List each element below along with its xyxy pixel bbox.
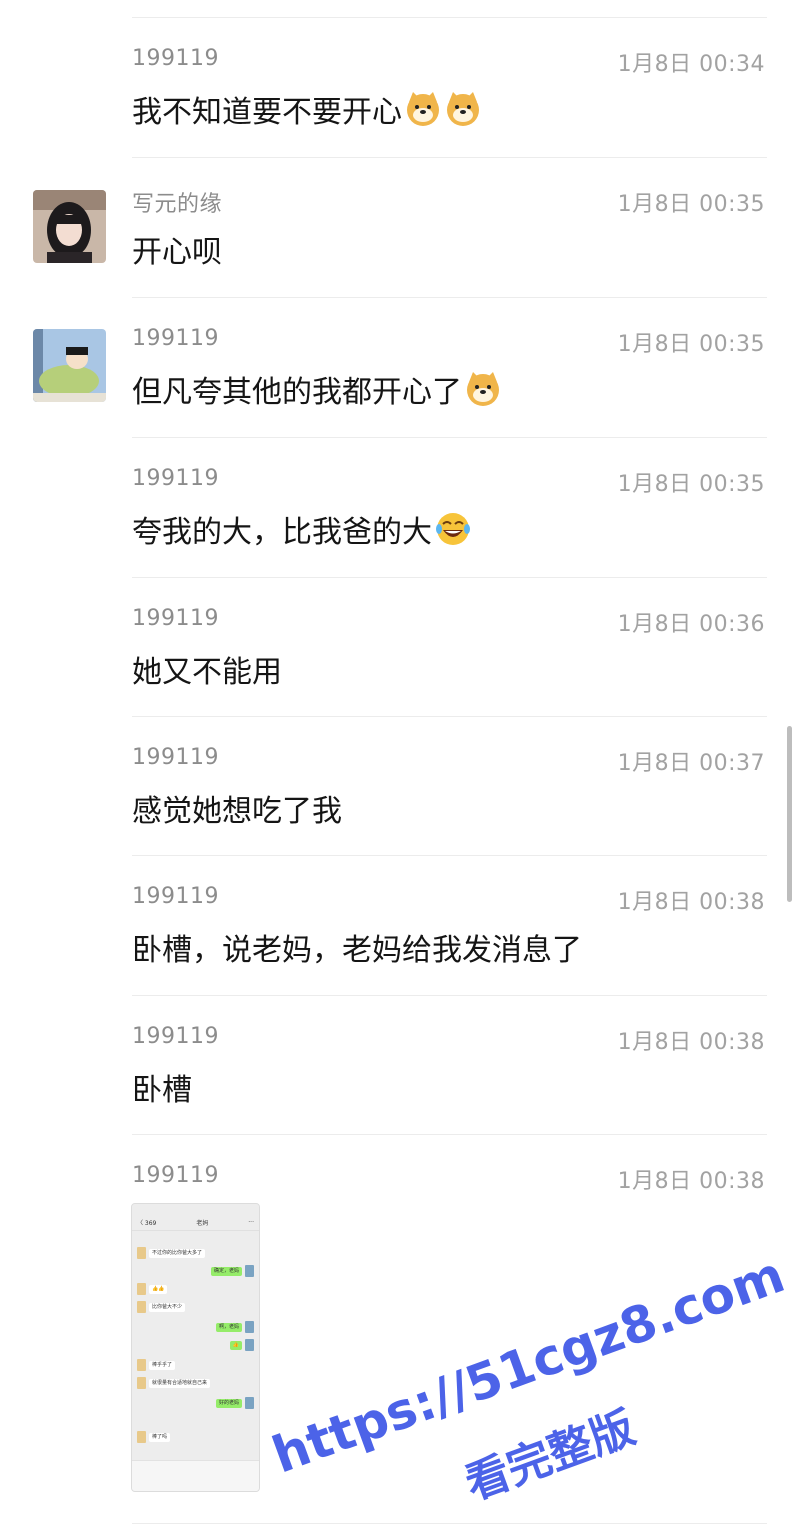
chat-body: 不过你的比你爸大多了 确定，老妈 👍👍 比你爸大不少 啊，老妈 👍 棒乎乎了 就… — [132, 1231, 259, 1463]
avatar — [245, 1339, 254, 1351]
list-item: 比你爸大不少 — [137, 1301, 254, 1313]
message-time: 1月8日 00:34 — [617, 52, 765, 77]
list-item: 确定，老妈 — [137, 1265, 254, 1277]
avatar[interactable] — [33, 190, 106, 263]
message-time: 1月8日 00:37 — [617, 751, 765, 776]
bubble: 比你爸大不少 — [149, 1302, 186, 1312]
chat-message[interactable]: 写元的缘 1月8日 00:35 开心呗 — [0, 157, 800, 297]
message-text: 感觉她想吃了我 — [132, 794, 342, 829]
avatar — [245, 1321, 254, 1333]
message-time: 1月8日 00:38 — [617, 1169, 765, 1194]
message-text-content: 但凡夸其他的我都开心了 — [132, 375, 462, 410]
bubble: 啊，老妈 — [215, 1322, 242, 1332]
scrollbar[interactable] — [787, 726, 792, 902]
doge-emoji — [444, 90, 482, 136]
more-icon: ··· — [248, 1218, 254, 1226]
sender-name: 199119 — [132, 1163, 219, 1188]
avatar — [245, 1397, 254, 1409]
laugh-cry-emoji — [434, 510, 472, 556]
list-item: 就很量有合适地就自己来 — [137, 1377, 254, 1389]
sender-name: 写元的缘 — [132, 192, 223, 217]
status-bar — [132, 1204, 259, 1214]
sender-name: 199119 — [132, 46, 219, 71]
message-time: 1月8日 00:35 — [617, 332, 765, 357]
message-time: 1月8日 00:36 — [617, 612, 765, 637]
doge-emoji — [404, 90, 442, 136]
chat-message[interactable]: 199119 1月8日 00:35 但凡夸其他的我都开心了 — [0, 297, 800, 437]
bubble: 👍 — [229, 1340, 242, 1350]
image-message[interactable]: 〈 369 老妈 ··· 不过你的比你爸大多了 确定，老妈 👍👍 比你爸大不少 … — [131, 1203, 260, 1492]
input-bar — [132, 1460, 259, 1491]
chat-title: 老妈 — [196, 1219, 209, 1227]
avatar — [137, 1247, 146, 1259]
chat-message[interactable]: 199119 1月8日 00:35 夸我的大，比我爸的大 — [0, 437, 800, 577]
back-button: 〈 369 — [137, 1219, 157, 1227]
list-item: 不过你的比你爸大多了 — [137, 1247, 254, 1259]
sender-name: 199119 — [132, 466, 219, 491]
chat-message[interactable]: 199119 1月8日 00:38 卧槽 — [0, 995, 800, 1135]
chat-message[interactable]: 199119 1月8日 00:37 感觉她想吃了我 — [0, 716, 800, 856]
sender-name: 199119 — [132, 326, 219, 351]
message-text-content: 夸我的大，比我爸的大 — [132, 515, 432, 550]
message-text-content: 我不知道要不要开心 — [132, 95, 402, 130]
sender-name: 199119 — [132, 745, 219, 770]
avatar — [137, 1301, 146, 1313]
chat-message[interactable]: 199119 1月8日 00:36 她又不能用 — [0, 577, 800, 717]
message-time: 1月8日 00:35 — [617, 192, 765, 217]
avatar — [137, 1283, 146, 1295]
avatar — [137, 1431, 146, 1443]
avatar — [137, 1377, 146, 1389]
list-item: 棒了吗 — [137, 1431, 254, 1443]
message-divider — [132, 1523, 767, 1524]
bubble: 棒乎乎了 — [149, 1360, 176, 1370]
message-time: 1月8日 00:38 — [617, 890, 765, 915]
list-item: 啊，老妈 — [137, 1321, 254, 1333]
chat-header: 〈 369 老妈 ··· — [132, 1214, 259, 1231]
chat-message[interactable]: 199119 1月8日 00:34 我不知道要不要开心 — [0, 17, 800, 157]
list-item: 👍 — [137, 1339, 254, 1351]
bubble: 好的老妈 — [215, 1398, 242, 1408]
message-time: 1月8日 00:38 — [617, 1030, 765, 1055]
message-text: 我不知道要不要开心 — [132, 87, 482, 136]
message-text: 但凡夸其他的我都开心了 — [132, 367, 502, 416]
bubble: 不过你的比你爸大多了 — [149, 1248, 206, 1258]
message-text: 开心呗 — [132, 235, 222, 270]
avatar — [245, 1265, 254, 1277]
list-item: 棒乎乎了 — [137, 1359, 254, 1371]
list-item: 👍👍 — [137, 1283, 254, 1295]
sender-name: 199119 — [132, 606, 219, 631]
message-text: 夸我的大，比我爸的大 — [132, 507, 472, 556]
bubble: 👍👍 — [149, 1284, 168, 1294]
avatar — [137, 1359, 146, 1371]
message-time: 1月8日 00:35 — [617, 472, 765, 497]
message-text: 卧槽，说老妈，老妈给我发消息了 — [132, 933, 582, 968]
bubble: 棒了吗 — [149, 1432, 171, 1442]
message-text: 她又不能用 — [132, 655, 282, 690]
message-text: 卧槽 — [132, 1073, 192, 1108]
avatar[interactable] — [33, 329, 106, 402]
chat-message[interactable]: 199119 1月8日 00:38 卧槽，说老妈，老妈给我发消息了 — [0, 855, 800, 995]
doge-emoji — [464, 370, 502, 416]
bubble: 就很量有合适地就自己来 — [149, 1378, 211, 1388]
list-item: 好的老妈 — [137, 1397, 254, 1409]
sender-name: 199119 — [132, 884, 219, 909]
bubble: 确定，老妈 — [210, 1266, 242, 1276]
sender-name: 199119 — [132, 1024, 219, 1049]
